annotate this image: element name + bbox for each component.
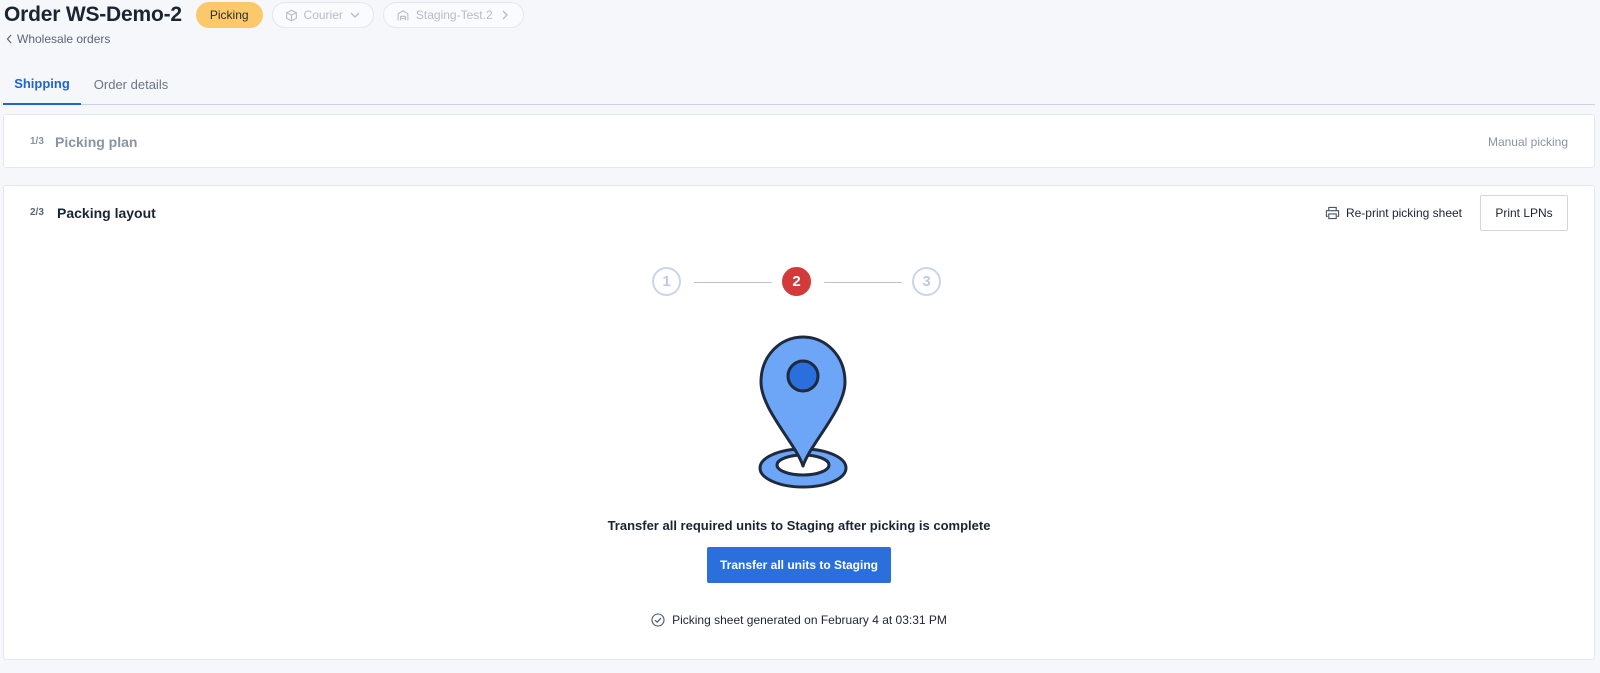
transfer-instruction: Transfer all required units to Staging a… [607,518,991,533]
section-title: Picking plan [55,134,138,150]
tab-order-details[interactable]: Order details [81,64,181,104]
status-badge: Picking [195,2,263,28]
step-circle-2: 2 [782,267,811,296]
back-link[interactable]: Wholesale orders [6,32,110,46]
section-title: Packing layout [57,205,156,221]
back-link-label: Wholesale orders [17,32,111,46]
progress-stepper: 1 2 3 [652,267,962,305]
page-title: Order WS-Demo-2 [4,3,182,26]
carrier-dropdown[interactable]: Courier [271,2,374,28]
chevron-left-icon [6,34,12,44]
map-pin-illustration [758,335,848,489]
chevron-right-icon [502,10,508,20]
location-label: Staging-Test.2 [415,8,493,22]
step-circle-1: 1 [652,267,681,296]
print-lpns-button[interactable]: Print LPNs [1480,195,1568,231]
step-connector [694,282,772,283]
chevron-down-icon [350,12,360,18]
picking-sheet-status-text: Picking sheet generated on February 4 at… [672,613,947,627]
reprint-label: Re-print picking sheet [1345,206,1462,220]
box-icon [285,9,297,21]
step-indicator: 1/3 [30,136,44,147]
carrier-label: Courier [303,8,343,22]
transfer-to-staging-button[interactable]: Transfer all units to Staging [707,547,891,583]
picking-plan-section[interactable]: 1/3 Picking plan Manual picking [3,114,1595,168]
picking-mode-label: Manual picking [1487,135,1568,149]
check-circle-icon [651,613,665,627]
printer-icon [1325,206,1340,220]
tab-bar: Shipping Order details [3,64,1595,105]
page-header: Order WS-Demo-2 Picking Courier Staging-… [4,0,524,30]
tab-shipping[interactable]: Shipping [3,64,81,105]
picking-sheet-status: Picking sheet generated on February 4 at… [4,613,1594,627]
packing-layout-section: 2/3 Packing layout Re-print picking shee… [3,185,1595,660]
location-link[interactable]: Staging-Test.2 [382,2,524,28]
step-connector [824,282,902,283]
reprint-picking-sheet-button[interactable]: Re-print picking sheet [1325,206,1462,220]
warehouse-icon [397,9,409,20]
step-circle-3: 3 [912,267,941,296]
step-indicator: 2/3 [30,207,44,218]
